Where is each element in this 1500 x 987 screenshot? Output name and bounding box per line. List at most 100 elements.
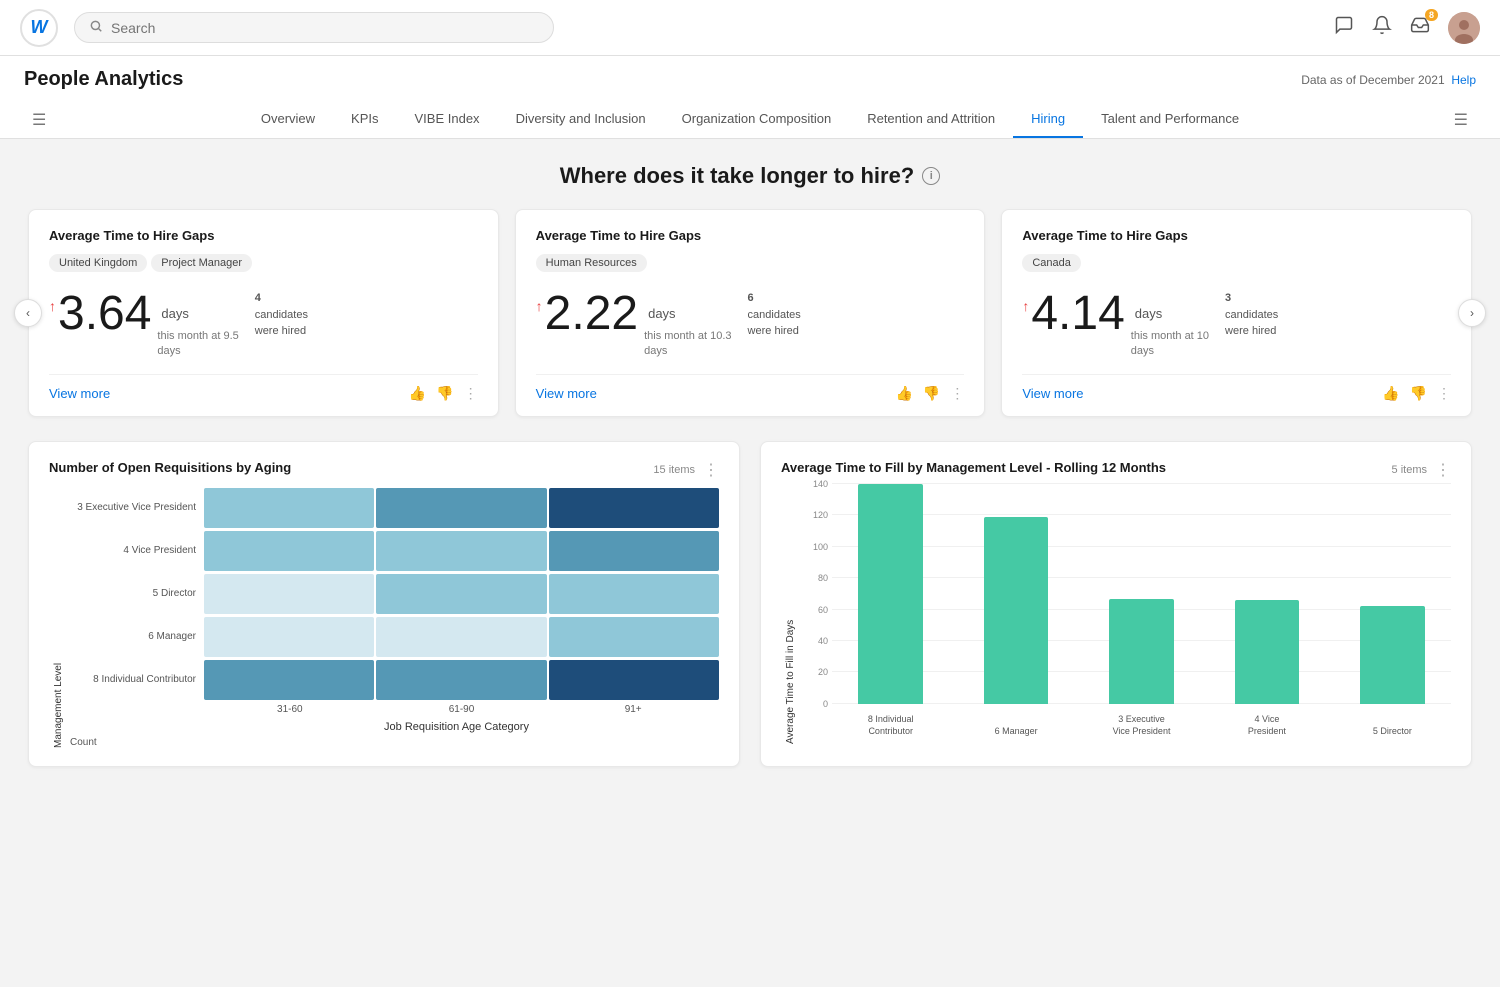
hire-gap-card-0: Average Time to Hire Gaps United Kingdom… (28, 209, 499, 417)
heatmap-row: 4 Vice President (64, 531, 719, 571)
avatar[interactable] (1448, 12, 1480, 44)
metric-value: 4.14 (1031, 290, 1124, 338)
heatmap-x-label: 31-60 (204, 704, 376, 715)
thumbs-up-icon[interactable]: 👍 (1382, 385, 1399, 402)
y-axis-tick: 40 (818, 636, 828, 646)
heatmap-cell (204, 488, 374, 528)
heatmap-cell (549, 574, 719, 614)
y-axis-tick: 60 (818, 605, 828, 615)
bar-fill (1235, 600, 1300, 704)
cards-prev-arrow[interactable]: ‹ (14, 299, 42, 327)
bell-icon[interactable] (1372, 15, 1392, 40)
metric-unit: days (161, 306, 238, 321)
heatmap-row-label: 3 Executive Vice President (64, 502, 204, 513)
search-icon (89, 19, 103, 36)
metric-value: 2.22 (545, 290, 638, 338)
hire-gap-card-1: Average Time to Hire Gaps Human Resource… (515, 209, 986, 417)
metric-sub: this month at 10.3days (644, 329, 731, 360)
card-footer: View more 👍 👎 ⋮ (536, 374, 965, 402)
heatmap-cell (549, 660, 719, 700)
tab-talent-and-performance[interactable]: Talent and Performance (1083, 101, 1257, 138)
chart-time-to-fill: Average Time to Fill by Management Level… (760, 441, 1472, 767)
help-link[interactable]: Help (1451, 73, 1476, 87)
y-axis-tick: 80 (818, 573, 828, 583)
thumbs-down-icon[interactable]: 👎 (1410, 385, 1427, 402)
logo-icon: W (20, 9, 58, 47)
tab-kpis[interactable]: KPIs (333, 101, 396, 138)
bar-x-label: 8 IndividualContributor (832, 714, 949, 737)
bar-x-label: 5 Director (1334, 726, 1451, 738)
bar-group: 5 Director (1334, 484, 1451, 704)
section-info-icon[interactable]: i (922, 167, 940, 185)
heatmap-cell (376, 617, 546, 657)
metric-side: 4candidateswere hired (255, 290, 308, 340)
card-actions: 👍 👎 ⋮ (409, 385, 478, 402)
bar-x-label: 6 Manager (957, 726, 1074, 738)
metric-unit: days (648, 306, 731, 321)
tabs-hamburger-left[interactable]: ☰ (24, 102, 54, 138)
card-more-menu[interactable]: ⋮ (464, 385, 478, 402)
thumbs-down-icon[interactable]: 👎 (436, 385, 453, 402)
metric-value: 3.64 (58, 290, 151, 338)
bar-fill (858, 484, 923, 704)
bar-x-label: 3 ExecutiveVice President (1083, 714, 1200, 737)
metric-side: 6candidateswere hired (748, 290, 801, 340)
card-actions: 👍 👎 ⋮ (895, 385, 964, 402)
tab-vibe-index[interactable]: VIBE Index (397, 101, 498, 138)
heatmap-cell (549, 617, 719, 657)
trend-up-icon: ↑ (536, 298, 543, 314)
thumbs-up-icon[interactable]: 👍 (409, 385, 426, 402)
card-title: Average Time to Hire Gaps (1022, 228, 1451, 243)
tab-overview[interactable]: Overview (243, 101, 333, 138)
page-header: People Analytics Data as of December 202… (0, 56, 1500, 139)
card-footer: View more 👍 👎 ⋮ (1022, 374, 1451, 402)
message-icon[interactable] (1334, 15, 1354, 40)
heatmap-cell (549, 488, 719, 528)
top-nav: W 8 (0, 0, 1500, 56)
search-input[interactable] (111, 20, 539, 36)
tab-retention-and-attrition[interactable]: Retention and Attrition (849, 101, 1013, 138)
bar-fill (1109, 599, 1174, 704)
chart1-y-title: Management Level (49, 488, 64, 748)
chart1-menu[interactable]: ⋮ (703, 460, 719, 480)
heatmap-x-label: 61-90 (376, 704, 548, 715)
tabs-menu-right[interactable]: ☰ (1446, 102, 1476, 138)
bar-fill (1360, 606, 1425, 703)
bar-group: 6 Manager (957, 484, 1074, 704)
heatmap-cell (376, 660, 546, 700)
data-as-of: Data as of December 2021 Help (1301, 73, 1476, 87)
view-more-link[interactable]: View more (536, 386, 597, 401)
heatmap-row-label: 5 Director (64, 588, 204, 599)
tabs: OverviewKPIsVIBE IndexDiversity and Incl… (243, 101, 1257, 138)
main-content: Where does it take longer to hire? i ‹ A… (0, 139, 1500, 987)
card-more-menu[interactable]: ⋮ (1437, 385, 1451, 402)
search-bar[interactable] (74, 12, 554, 43)
heatmap-row-label: 6 Manager (64, 631, 204, 642)
chart1-x-label: Job Requisition Age Category (194, 721, 719, 733)
chart1-title: Number of Open Requisitions by Aging (49, 460, 291, 475)
chart1-footer: Count (64, 737, 719, 748)
heatmap-cell (204, 531, 374, 571)
chart2-title: Average Time to Fill by Management Level… (781, 460, 1166, 475)
heatmap-cell (376, 574, 546, 614)
trend-up-icon: ↑ (1022, 298, 1029, 314)
thumbs-down-icon[interactable]: 👎 (923, 385, 940, 402)
thumbs-up-icon[interactable]: 👍 (895, 385, 912, 402)
inbox-icon[interactable]: 8 (1410, 15, 1430, 40)
tab-organization-composition[interactable]: Organization Composition (664, 101, 850, 138)
view-more-link[interactable]: View more (1022, 386, 1083, 401)
tab-hiring[interactable]: Hiring (1013, 101, 1083, 138)
card-actions: 👍 👎 ⋮ (1382, 385, 1451, 402)
page-title: People Analytics (24, 68, 183, 91)
view-more-link[interactable]: View more (49, 386, 110, 401)
y-axis-tick: 120 (813, 510, 828, 520)
card-more-menu[interactable]: ⋮ (950, 385, 964, 402)
bar-group: 4 VicePresident (1208, 484, 1325, 704)
inbox-badge: 8 (1425, 9, 1438, 21)
bar-fill (984, 517, 1049, 704)
chart2-menu[interactable]: ⋮ (1435, 460, 1451, 480)
metric-unit: days (1135, 306, 1209, 321)
cards-next-arrow[interactable]: › (1458, 299, 1486, 327)
heatmap-cell (376, 488, 546, 528)
tab-diversity-and-inclusion[interactable]: Diversity and Inclusion (498, 101, 664, 138)
